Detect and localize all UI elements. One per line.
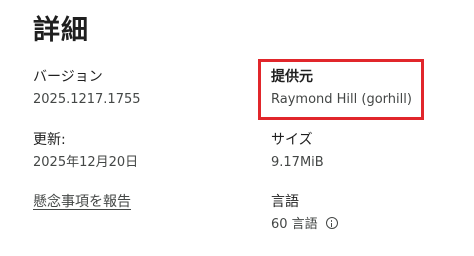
languages-value: 60 言語 — [271, 217, 318, 232]
updated-value: 2025年12月20日 — [33, 155, 139, 170]
updated-label: 更新: — [33, 132, 66, 148]
size-label: サイズ — [271, 132, 313, 148]
report-field: 懸念事項を報告 — [33, 193, 131, 211]
provider-highlight-box — [258, 59, 424, 120]
info-icon[interactable] — [325, 217, 338, 229]
version-value: 2025.1217.1755 — [33, 92, 141, 107]
size-value: 9.17MiB — [271, 155, 324, 170]
size-field: サイズ 9.17MiB — [271, 131, 324, 172]
report-concern-link[interactable]: 懸念事項を報告 — [33, 193, 131, 211]
languages-label: 言語 — [271, 194, 299, 210]
languages-value-row: 60 言語 — [271, 216, 338, 234]
version-label: バージョン — [33, 69, 103, 85]
version-field: バージョン 2025.1217.1755 — [33, 68, 141, 109]
section-title: 詳細 — [33, 15, 89, 46]
details-panel: 詳細 バージョン 2025.1217.1755 提供元 Raymond Hill… — [0, 0, 474, 256]
languages-field: 言語 60 言語 — [271, 193, 338, 234]
updated-field: 更新: 2025年12月20日 — [33, 131, 138, 172]
